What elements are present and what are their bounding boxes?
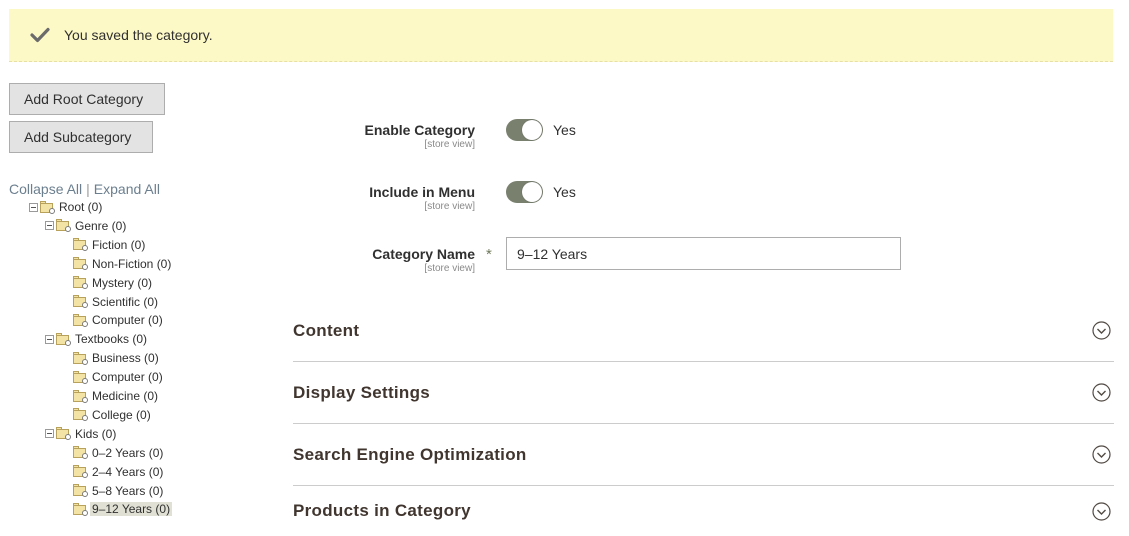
tree-node-label: Genre (0) bbox=[75, 218, 127, 233]
section-products-in-category[interactable]: Products in Category bbox=[293, 486, 1114, 536]
collapse-all-link[interactable]: Collapse All bbox=[9, 181, 82, 197]
collapse-toggle-icon[interactable] bbox=[45, 221, 54, 231]
section-title: Products in Category bbox=[293, 501, 471, 520]
tree-node-label: Business (0) bbox=[92, 351, 159, 366]
enable-category-toggle[interactable] bbox=[506, 119, 543, 141]
collapse-toggle-icon[interactable] bbox=[45, 429, 54, 439]
chevron-down-icon[interactable] bbox=[1092, 445, 1111, 464]
folder-icon bbox=[55, 219, 71, 233]
category-name-scope: [store view] bbox=[424, 263, 475, 274]
tree-node-label: Computer (0) bbox=[92, 313, 163, 328]
tree-node[interactable]: Business (0) bbox=[69, 349, 161, 367]
toggle-knob bbox=[522, 182, 542, 202]
section-title: Display Settings bbox=[293, 382, 431, 402]
folder-icon bbox=[72, 313, 88, 327]
tree-node-label: Scientific (0) bbox=[92, 294, 159, 309]
checkmark-icon bbox=[29, 24, 51, 46]
tree-node-label: 5–8 Years (0) bbox=[92, 483, 164, 498]
folder-icon bbox=[39, 200, 55, 214]
tree-node[interactable]: Textbooks (0) bbox=[45, 330, 149, 348]
tree-node-label: Fiction (0) bbox=[92, 237, 146, 252]
tree-node[interactable]: Computer (0) bbox=[69, 368, 165, 386]
chevron-down-icon[interactable] bbox=[1092, 501, 1111, 521]
include-in-menu-value: Yes bbox=[553, 184, 576, 200]
tree-controls: Collapse All | Expand All bbox=[9, 181, 160, 197]
collapse-toggle-icon[interactable] bbox=[29, 202, 38, 212]
enable-category-label: Enable Category bbox=[364, 122, 475, 138]
tree-node[interactable]: College (0) bbox=[69, 406, 153, 424]
tree-node-label: 9–12 Years (0) bbox=[90, 502, 173, 517]
tree-node-label: Root (0) bbox=[59, 200, 103, 214]
folder-icon bbox=[72, 276, 88, 290]
enable-category-value: Yes bbox=[553, 122, 576, 138]
chevron-down-icon[interactable] bbox=[1092, 383, 1111, 402]
folder-icon bbox=[72, 446, 88, 460]
tree-node[interactable]: Fiction (0) bbox=[69, 236, 147, 254]
folder-icon bbox=[72, 238, 88, 252]
category-name-input[interactable] bbox=[506, 237, 901, 270]
add-subcategory-button[interactable]: Add Subcategory bbox=[9, 121, 153, 153]
section-content[interactable]: Content bbox=[293, 300, 1114, 362]
include-in-menu-scope: [store view] bbox=[424, 201, 475, 212]
tree-node[interactable]: Genre (0) bbox=[45, 217, 128, 235]
folder-icon bbox=[72, 295, 88, 308]
enable-category-scope: [store view] bbox=[424, 139, 475, 150]
tree-node-label: Kids (0) bbox=[75, 426, 117, 441]
tree-node[interactable]: Medicine (0) bbox=[69, 387, 160, 405]
section-title: Content bbox=[293, 320, 360, 340]
tree-node-label: Non-Fiction (0) bbox=[92, 256, 172, 271]
tree-node[interactable]: 2–4 Years (0) bbox=[69, 463, 165, 481]
tree-node-label: Computer (0) bbox=[92, 370, 163, 385]
section-search-engine-optimization[interactable]: Search Engine Optimization bbox=[293, 424, 1114, 486]
tree-node-label: Medicine (0) bbox=[92, 389, 159, 403]
add-root-category-button[interactable]: Add Root Category bbox=[9, 83, 165, 115]
folder-icon bbox=[72, 257, 88, 271]
success-message: You saved the category. bbox=[9, 9, 1113, 62]
tree-links-separator: | bbox=[86, 181, 90, 197]
folder-icon bbox=[72, 465, 88, 479]
section-display-settings[interactable]: Display Settings bbox=[293, 362, 1114, 424]
tree-node[interactable]: Mystery (0) bbox=[69, 274, 154, 292]
folder-icon bbox=[72, 484, 88, 497]
folder-icon bbox=[55, 332, 71, 346]
category-name-label: Category Name bbox=[372, 246, 475, 262]
tree-node-label: Textbooks (0) bbox=[75, 332, 148, 347]
folder-icon bbox=[72, 502, 88, 516]
tree-node[interactable]: Non-Fiction (0) bbox=[69, 255, 173, 273]
tree-node[interactable]: Kids (0) bbox=[45, 425, 118, 443]
required-marker: * bbox=[486, 246, 492, 263]
toggle-knob bbox=[522, 120, 542, 140]
chevron-down-icon[interactable] bbox=[1092, 321, 1111, 340]
folder-icon bbox=[72, 370, 88, 384]
tree-node-label: 0–2 Years (0) bbox=[92, 445, 164, 460]
success-message-text: You saved the category. bbox=[64, 27, 213, 43]
collapse-toggle-icon[interactable] bbox=[45, 334, 54, 344]
tree-node[interactable]: 9–12 Years (0) bbox=[69, 500, 173, 518]
tree-node-label: 2–4 Years (0) bbox=[92, 464, 164, 479]
tree-node[interactable]: Root (0) bbox=[29, 198, 104, 216]
tree-node[interactable]: 5–8 Years (0) bbox=[69, 482, 165, 500]
tree-node[interactable]: 0–2 Years (0) bbox=[69, 444, 165, 462]
tree-node-label: Mystery (0) bbox=[92, 275, 152, 290]
tree-node-label: College (0) bbox=[92, 407, 151, 422]
expand-all-link[interactable]: Expand All bbox=[94, 181, 160, 197]
tree-node[interactable]: Computer (0) bbox=[69, 311, 165, 329]
section-title: Search Engine Optimization bbox=[293, 444, 527, 464]
folder-icon bbox=[55, 427, 71, 441]
folder-icon bbox=[72, 351, 88, 365]
include-in-menu-toggle[interactable] bbox=[506, 181, 543, 203]
folder-icon bbox=[72, 389, 88, 403]
folder-icon bbox=[72, 408, 88, 422]
tree-node[interactable]: Scientific (0) bbox=[69, 293, 160, 311]
include-in-menu-label: Include in Menu bbox=[369, 184, 475, 200]
